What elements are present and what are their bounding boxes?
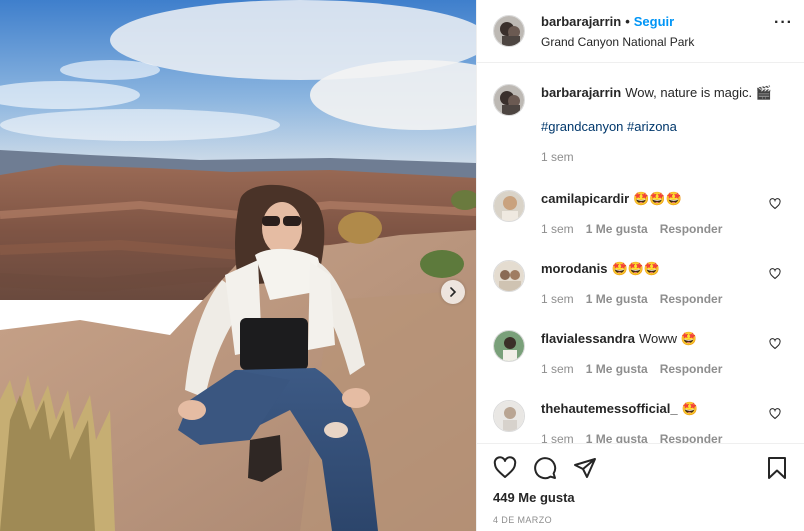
commenter-avatar[interactable]: [493, 190, 525, 222]
caption-avatar[interactable]: [493, 84, 525, 116]
caption-time[interactable]: 1 sem: [541, 148, 574, 166]
comment-time[interactable]: 1 sem: [541, 360, 574, 378]
bookmark-icon[interactable]: [765, 456, 789, 480]
like-comment-heart-icon[interactable]: [769, 198, 781, 210]
post-date[interactable]: 4 DE MARZO: [493, 515, 789, 525]
comment-time[interactable]: 1 sem: [541, 220, 574, 238]
reply-button[interactable]: Responder: [660, 290, 723, 308]
comment-likes[interactable]: 1 Me gusta: [586, 220, 648, 238]
author-avatar[interactable]: [493, 15, 525, 47]
commenter-avatar[interactable]: [493, 260, 525, 292]
like-comment-heart-icon[interactable]: [769, 268, 781, 280]
reply-button[interactable]: Responder: [660, 220, 723, 238]
comment-username[interactable]: morodanis: [541, 261, 607, 276]
caption-username[interactable]: barbarajarrin: [541, 85, 621, 100]
grand-canyon-photo: [0, 0, 476, 531]
comment-text: 🤩🤩🤩: [633, 191, 682, 206]
comment-likes[interactable]: 1 Me gusta: [586, 360, 648, 378]
post-actions: 449 Me gusta 4 DE MARZO: [477, 443, 804, 531]
commenter-avatar[interactable]: [493, 330, 525, 362]
comment-username[interactable]: camilapicardir: [541, 191, 629, 206]
comments-list[interactable]: barbarajarrin Wow, nature is magic. 🎬 #gr…: [477, 64, 804, 443]
comment-time[interactable]: 1 sem: [541, 430, 574, 443]
share-icon[interactable]: [573, 456, 597, 480]
comment-item: camilapicardir 🤩🤩🤩 1 sem 1 Me gusta Respo…: [493, 186, 789, 256]
caption: barbarajarrin Wow, nature is magic. 🎬 #gr…: [493, 84, 789, 166]
heart-icon[interactable]: [493, 456, 517, 480]
reply-button[interactable]: Responder: [660, 360, 723, 378]
comment-item: flavialessandra Woww 🤩 1 sem 1 Me gusta R…: [493, 326, 789, 396]
post-side-panel: barbarajarrin • Seguir Grand Canyon Nati…: [476, 0, 804, 531]
comment-item: thehautemessofficial_ 🤩 1 sem 1 Me gusta …: [493, 396, 789, 443]
next-photo-button[interactable]: [441, 280, 465, 304]
comment-likes[interactable]: 1 Me gusta: [586, 430, 648, 443]
comment-time[interactable]: 1 sem: [541, 290, 574, 308]
comment-icon[interactable]: [533, 456, 557, 480]
likes-count[interactable]: 449 Me gusta: [493, 490, 789, 505]
comment-username[interactable]: flavialessandra: [541, 331, 635, 346]
more-options-icon[interactable]: ···: [774, 14, 793, 32]
commenter-avatar[interactable]: [493, 400, 525, 432]
caption-text: Wow, nature is magic. 🎬: [625, 85, 772, 100]
post-header: barbarajarrin • Seguir Grand Canyon Nati…: [477, 0, 804, 63]
comment-text: 🤩: [681, 401, 698, 416]
post-photo[interactable]: [0, 0, 476, 531]
follow-button[interactable]: Seguir: [634, 14, 674, 29]
comment-text: Woww 🤩: [638, 331, 697, 346]
header-meta: barbarajarrin • Seguir Grand Canyon Nati…: [541, 14, 804, 49]
chevron-right-icon: [450, 287, 457, 297]
like-comment-heart-icon[interactable]: [769, 408, 781, 420]
action-icons: [493, 444, 789, 492]
like-comment-heart-icon[interactable]: [769, 338, 781, 350]
reply-button[interactable]: Responder: [660, 430, 723, 443]
author-username[interactable]: barbarajarrin: [541, 14, 621, 29]
comment-likes[interactable]: 1 Me gusta: [586, 290, 648, 308]
post-location[interactable]: Grand Canyon National Park: [541, 35, 804, 49]
comment-username[interactable]: thehautemessofficial_: [541, 401, 678, 416]
comment-text: 🤩🤩🤩: [611, 261, 661, 276]
post-dialog: barbarajarrin • Seguir Grand Canyon Nati…: [0, 0, 804, 531]
comment-item: morodanis 🤩🤩🤩 1 sem 1 Me gusta Responder: [493, 256, 789, 326]
caption-hashtags[interactable]: #grandcanyon #arizona: [541, 118, 789, 136]
separator-dot: •: [625, 13, 630, 29]
